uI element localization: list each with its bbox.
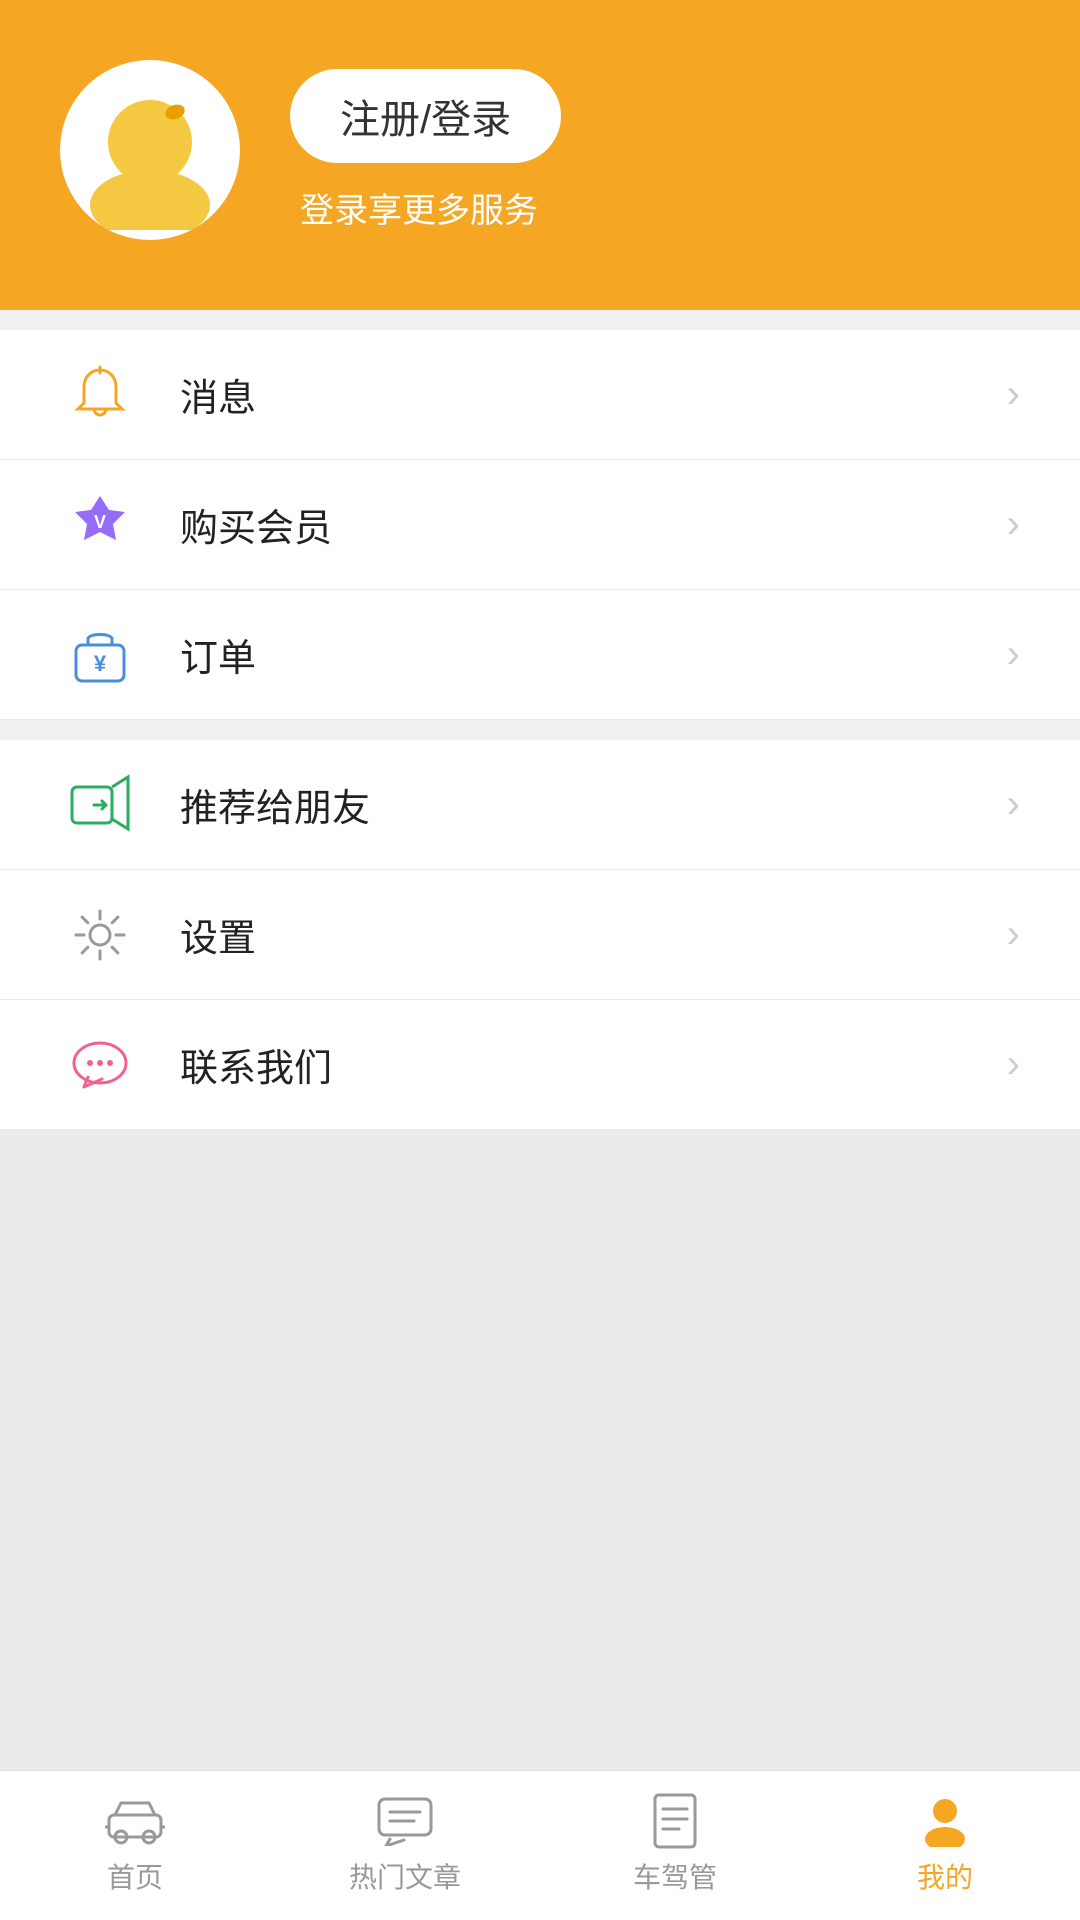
menu-item-refer[interactable]: 推荐给朋友 › <box>0 740 1080 870</box>
login-register-button[interactable]: 注册/登录 <box>290 69 561 163</box>
bag-icon: ¥ <box>60 615 140 695</box>
nav-articles-label: 热门文章 <box>349 1856 461 1896</box>
person-icon <box>915 1796 975 1846</box>
membership-label: 购买会员 <box>180 497 1007 552</box>
nav-item-articles[interactable]: 热门文章 <box>270 1771 540 1920</box>
nav-mine-label: 我的 <box>917 1856 973 1896</box>
contact-chevron: › <box>1007 1042 1020 1087</box>
menu-item-messages[interactable]: 消息 › <box>0 330 1080 460</box>
header-info: 注册/登录 登录享更多服务 <box>290 69 561 232</box>
menu-item-orders[interactable]: ¥ 订单 › <box>0 590 1080 720</box>
svg-text:V: V <box>94 512 106 532</box>
contact-label: 联系我们 <box>180 1037 1007 1092</box>
nav-item-mine[interactable]: 我的 <box>810 1771 1080 1920</box>
messages-chevron: › <box>1007 372 1020 417</box>
chat-icon <box>60 1025 140 1105</box>
svg-text:¥: ¥ <box>94 651 107 676</box>
nav-item-driving[interactable]: 车驾管 <box>540 1771 810 1920</box>
menu-group-1: 消息 › V 购买会员 › ¥ 订单 › <box>0 330 1080 720</box>
menu-item-membership[interactable]: V 购买会员 › <box>0 460 1080 590</box>
messages-label: 消息 <box>180 367 1007 422</box>
section-divider-2 <box>0 720 1080 740</box>
bottom-nav: 首页 热门文章 车驾管 <box>0 1770 1080 1920</box>
login-subtitle: 登录享更多服务 <box>290 183 561 232</box>
menu-item-settings[interactable]: 设置 › <box>0 870 1080 1000</box>
section-divider-1 <box>0 310 1080 330</box>
doc-icon <box>645 1796 705 1846</box>
avatar <box>60 60 240 240</box>
comment-icon <box>375 1796 435 1846</box>
header: 注册/登录 登录享更多服务 <box>0 0 1080 310</box>
menu-group-2: 推荐给朋友 › 设置 › 联系我们 › <box>0 740 1080 1130</box>
refer-label: 推荐给朋友 <box>180 777 1007 832</box>
content-area <box>0 1130 1080 1770</box>
settings-label: 设置 <box>180 907 1007 962</box>
car-icon <box>105 1796 165 1846</box>
share-icon <box>60 765 140 845</box>
gear-icon <box>60 895 140 975</box>
vip-icon: V <box>60 485 140 565</box>
nav-item-home[interactable]: 首页 <box>0 1771 270 1920</box>
settings-chevron: › <box>1007 912 1020 957</box>
bell-icon <box>60 355 140 435</box>
menu-item-contact[interactable]: 联系我们 › <box>0 1000 1080 1130</box>
nav-home-label: 首页 <box>107 1856 163 1896</box>
refer-chevron: › <box>1007 782 1020 827</box>
membership-chevron: › <box>1007 502 1020 547</box>
orders-chevron: › <box>1007 632 1020 677</box>
nav-driving-label: 车驾管 <box>633 1856 717 1896</box>
orders-label: 订单 <box>180 627 1007 682</box>
